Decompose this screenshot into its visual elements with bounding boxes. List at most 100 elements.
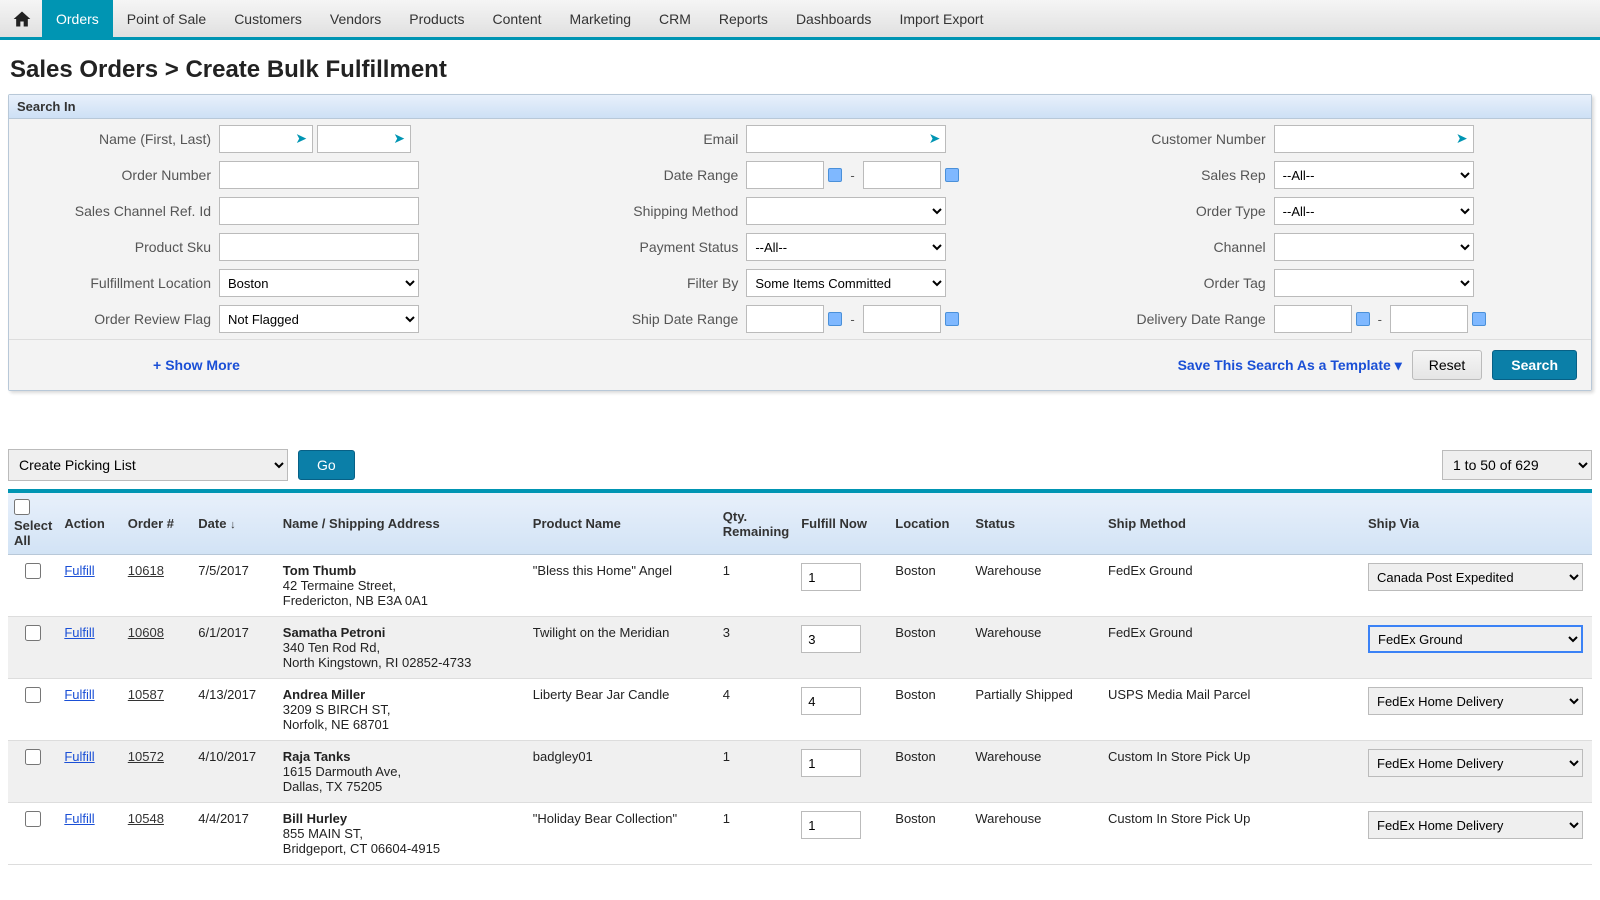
pager-select[interactable]: 1 to 50 of 629 (1442, 450, 1592, 480)
delivery-date-from-input[interactable] (1274, 305, 1352, 333)
customer-number-input[interactable] (1274, 125, 1474, 153)
fulfill-link[interactable]: Fulfill (64, 563, 94, 578)
row-checkbox[interactable] (25, 811, 41, 827)
shipping-method-select[interactable] (746, 197, 946, 225)
calendar-icon[interactable] (1356, 312, 1370, 326)
nav-tab-vendors[interactable]: Vendors (316, 0, 395, 37)
fulfill-link[interactable]: Fulfill (64, 687, 94, 702)
nav-tab-orders[interactable]: Orders (42, 0, 113, 37)
save-template-link[interactable]: Save This Search As a Template ▾ (1178, 357, 1402, 374)
col-location[interactable]: Location (889, 493, 969, 555)
row-checkbox[interactable] (25, 749, 41, 765)
last-name-input[interactable] (317, 125, 411, 153)
col-order[interactable]: Order # (122, 493, 192, 555)
nav-tab-customers[interactable]: Customers (220, 0, 316, 37)
ship-via-select[interactable]: Canada Post Expedited (1368, 563, 1583, 591)
fulfill-link[interactable]: Fulfill (64, 625, 94, 640)
row-checkbox[interactable] (25, 687, 41, 703)
cell-name-addr: Tom Thumb42 Termaine Street,Fredericton,… (277, 555, 527, 617)
order-link[interactable]: 10587 (128, 687, 164, 702)
cell-location: Boston (889, 803, 969, 865)
fulfill-now-input[interactable] (801, 687, 861, 715)
order-link[interactable]: 10608 (128, 625, 164, 640)
cell-qty: 1 (717, 741, 795, 803)
nav-tab-point-of-sale[interactable]: Point of Sale (113, 0, 220, 37)
channel-select[interactable] (1274, 233, 1474, 261)
fulfill-now-input[interactable] (801, 749, 861, 777)
col-fulfill-now[interactable]: Fulfill Now (795, 493, 889, 555)
table-row: Fulfill 10618 7/5/2017Tom Thumb42 Termaine… (8, 555, 1592, 617)
fulfill-link[interactable]: Fulfill (64, 749, 94, 764)
select-all-checkbox[interactable] (14, 499, 30, 515)
cell-name-addr: Raja Tanks1615 Darmouth Ave,Dallas, TX 7… (277, 741, 527, 803)
bulk-action-select[interactable]: Create Picking List (8, 449, 288, 481)
delivery-date-to-input[interactable] (1390, 305, 1468, 333)
col-action[interactable]: Action (58, 493, 121, 555)
cell-qty: 3 (717, 617, 795, 679)
fulfill-now-input[interactable] (801, 811, 861, 839)
calendar-icon[interactable] (1472, 312, 1486, 326)
col-name-addr[interactable]: Name / Shipping Address (277, 493, 527, 555)
first-name-input[interactable] (219, 125, 313, 153)
label-ship-date-range: Ship Date Range (546, 311, 746, 327)
fulfill-link[interactable]: Fulfill (64, 811, 94, 826)
fulfillment-location-select[interactable]: Boston (219, 269, 419, 297)
filter-by-select[interactable]: Some Items Committed (746, 269, 946, 297)
col-ship-method[interactable]: Ship Method (1102, 493, 1362, 555)
nav-tab-products[interactable]: Products (395, 0, 478, 37)
nav-tab-marketing[interactable]: Marketing (556, 0, 645, 37)
row-checkbox[interactable] (25, 563, 41, 579)
date-from-input[interactable] (746, 161, 824, 189)
cell-date: 7/5/2017 (192, 555, 277, 617)
calendar-icon[interactable] (828, 312, 842, 326)
cell-product: badgley01 (527, 741, 717, 803)
order-link[interactable]: 10618 (128, 563, 164, 578)
reset-button[interactable]: Reset (1412, 350, 1483, 380)
order-number-input[interactable] (219, 161, 419, 189)
email-input[interactable] (746, 125, 946, 153)
order-review-flag-select[interactable]: Not Flagged (219, 305, 419, 333)
order-tag-select[interactable] (1274, 269, 1474, 297)
ship-via-select[interactable]: FedEx Home Delivery (1368, 687, 1583, 715)
nav-tab-crm[interactable]: CRM (645, 0, 705, 37)
calendar-icon[interactable] (828, 168, 842, 182)
ship-via-select[interactable]: FedEx Home Delivery (1368, 749, 1583, 777)
nav-tab-reports[interactable]: Reports (705, 0, 782, 37)
label-email: Email (546, 131, 746, 147)
nav-tab-dashboards[interactable]: Dashboards (782, 0, 886, 37)
cell-date: 4/4/2017 (192, 803, 277, 865)
calendar-icon[interactable] (945, 168, 959, 182)
col-qty-remaining[interactable]: Qty. Remaining (717, 493, 795, 555)
nav-tab-import-export[interactable]: Import Export (885, 0, 997, 37)
fulfill-now-input[interactable] (801, 563, 861, 591)
fulfill-now-input[interactable] (801, 625, 861, 653)
product-sku-input[interactable] (219, 233, 419, 261)
payment-status-select[interactable]: --All-- (746, 233, 946, 261)
page-title: Sales Orders > Create Bulk Fulfillment (0, 40, 1600, 94)
date-to-input[interactable] (863, 161, 941, 189)
label-payment-status: Payment Status (546, 239, 746, 255)
table-row: Fulfill105724/10/2017Raja Tanks1615 Darm… (8, 741, 1592, 803)
col-status[interactable]: Status (969, 493, 1102, 555)
order-type-select[interactable]: --All-- (1274, 197, 1474, 225)
order-link[interactable]: 10548 (128, 811, 164, 826)
col-date[interactable]: Date ↓ (192, 493, 277, 555)
ship-via-select[interactable]: FedEx Home Delivery (1368, 811, 1583, 839)
cell-name-addr: Andrea Miller3209 S BIRCH ST,Norfolk, NE… (277, 679, 527, 741)
sales-channel-ref-input[interactable] (219, 197, 419, 225)
nav-tab-content[interactable]: Content (479, 0, 556, 37)
go-button[interactable]: Go (298, 450, 355, 480)
row-checkbox[interactable] (25, 625, 41, 641)
ship-date-from-input[interactable] (746, 305, 824, 333)
home-icon[interactable] (10, 7, 34, 31)
col-product[interactable]: Product Name (527, 493, 717, 555)
order-link[interactable]: 10572 (128, 749, 164, 764)
cell-qty: 4 (717, 679, 795, 741)
calendar-icon[interactable] (945, 312, 959, 326)
search-button[interactable]: Search (1492, 350, 1577, 380)
ship-date-to-input[interactable] (863, 305, 941, 333)
sales-rep-select[interactable]: --All-- (1274, 161, 1474, 189)
ship-via-select[interactable]: FedEx Ground (1368, 625, 1583, 653)
show-more-link[interactable]: +Show More (153, 357, 240, 373)
col-ship-via[interactable]: Ship Via (1362, 493, 1592, 555)
